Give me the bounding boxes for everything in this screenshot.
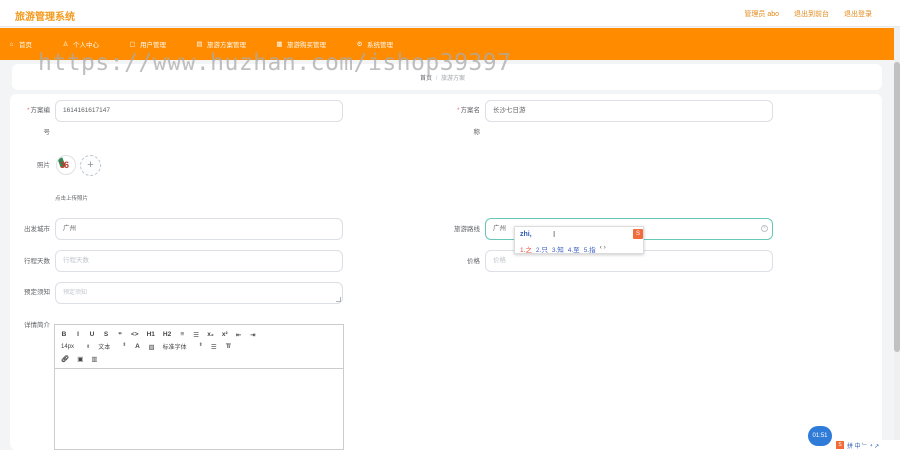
select-arrow-icon: ⬍: [198, 342, 203, 348]
outdent-button[interactable]: ⇤: [236, 331, 242, 339]
back-to-front-link[interactable]: 退出到前台: [794, 9, 829, 19]
h2-button[interactable]: H2: [163, 331, 171, 338]
plan-name-input[interactable]: 长沙七日游: [485, 100, 773, 122]
upload-plus-button[interactable]: +: [80, 155, 101, 176]
days-input[interactable]: 行程天数: [55, 250, 343, 272]
intro-label: 详情简介: [24, 322, 50, 329]
background-color-icon[interactable]: ▧: [148, 343, 154, 351]
align-icon[interactable]: ☰: [211, 343, 217, 351]
ime-candidates: 1.之 2.只 3.知 4.至 5.指 ‹ ›: [520, 244, 606, 254]
plan-no-input[interactable]: 1614161617147: [55, 100, 343, 122]
nav-item-system[interactable]: ⚙ 系统管理: [356, 39, 393, 50]
ime-candidate-popup: zhi, I S 1.之 2.只 3.知 4.至 5.指 ‹ ›: [514, 226, 644, 254]
ime-composition: zhi,: [520, 231, 532, 238]
font-size-select[interactable]: 14px ⬍: [61, 344, 90, 350]
header-select[interactable]: 文本 ⬍: [98, 342, 126, 351]
ime-status-bar[interactable]: S 拼 中 ﹂ ⁴ ↗: [834, 440, 900, 450]
indent-button[interactable]: ⇥: [250, 331, 256, 339]
ime-page-arrows-icon[interactable]: ‹ ›: [600, 244, 606, 254]
header-links: 管理员 abo 退出到前台 退出登录: [744, 9, 872, 19]
plan-no-label: *方案编: [26, 107, 50, 114]
main-nav: ⌂ 首页 ♙ 个人中心 ▢ 用户管理 ▤ 旅游方案管理 ▦ 旅游购买管理 ⚙ 系…: [0, 28, 895, 60]
photo-label: 照片: [37, 162, 50, 169]
ime-candidate[interactable]: 3.知: [552, 244, 564, 254]
users-icon: ▢: [129, 40, 136, 48]
route-label: 旅游路线: [454, 226, 480, 233]
editor-toolbar-row-1: B I U S ❞ <> H1 H2 ≡ ☰ x₂ x² ⇤ ⇥: [61, 329, 337, 340]
brand-title: 旅游管理系统: [15, 12, 75, 23]
bold-button[interactable]: B: [61, 331, 67, 338]
quote-button[interactable]: ❞: [117, 331, 123, 339]
h1-button[interactable]: H1: [147, 331, 155, 338]
depart-city-label: 出发城市: [24, 226, 50, 233]
ime-candidate[interactable]: 4.至: [568, 244, 580, 254]
plan-name-label: *方案名: [456, 107, 480, 114]
scrollbar-thumb[interactable]: [894, 62, 900, 352]
breadcrumb-card: 首页 / 旅游方案: [12, 64, 882, 90]
admin-label: 管理员 abo: [744, 11, 779, 18]
breadcrumb: 首页 / 旅游方案: [420, 76, 466, 82]
editor-toolbar: B I U S ❞ <> H1 H2 ≡ ☰ x₂ x² ⇤ ⇥ 14px ⬍ 文…: [55, 325, 343, 369]
plan-name-label-wrap: 称: [473, 129, 481, 136]
ime-candidate[interactable]: 1.之: [520, 244, 532, 254]
text-cursor-icon: I: [553, 230, 556, 239]
code-button[interactable]: <>: [131, 331, 139, 338]
select-arrow-icon: ⬍: [86, 343, 91, 350]
days-label: 行程天数: [24, 258, 50, 265]
user-icon: ♙: [62, 40, 69, 48]
breadcrumb-current: 旅游方案: [441, 76, 466, 82]
editor-toolbar-row-3: 🔗︎ ▣ ▥: [61, 353, 337, 364]
top-header: 旅游管理系统 管理员 abo 退出到前台 退出登录: [0, 0, 900, 27]
price-label: 价格: [467, 258, 480, 265]
strike-button[interactable]: S: [103, 331, 109, 338]
image-icon[interactable]: ▣: [77, 355, 83, 363]
notice-textarea[interactable]: 预定须知: [55, 282, 343, 304]
clear-icon[interactable]: ×: [761, 225, 768, 232]
resize-grip-icon[interactable]: [336, 297, 341, 302]
nav-item-home[interactable]: ⌂ 首页: [8, 39, 32, 50]
ime-candidate[interactable]: 5.指: [584, 244, 596, 254]
notice-label: 预定须知: [24, 289, 50, 296]
nav-item-users[interactable]: ▢ 用户管理: [129, 39, 166, 50]
gear-icon: ⚙: [356, 40, 363, 48]
nav-item-plans[interactable]: ▤ 旅游方案管理: [196, 39, 246, 50]
nav-item-profile[interactable]: ♙ 个人中心: [62, 39, 99, 50]
video-icon[interactable]: ▥: [91, 355, 97, 363]
home-icon: ⌂: [9, 40, 14, 48]
link-icon[interactable]: 🔗︎: [61, 355, 69, 363]
bullet-list-button[interactable]: ☰: [193, 331, 199, 339]
cart-icon: ▦: [276, 40, 283, 48]
clock-badge: 01:51: [808, 426, 832, 446]
editor-toolbar-row-2: 14px ⬍ 文本 ⬍ A ▧ 标准字体 ⬍ ☰ T̸: [61, 341, 337, 352]
rich-text-editor[interactable]: B I U S ❞ <> H1 H2 ≡ ☰ x₂ x² ⇤ ⇥ 14px ⬍ 文…: [54, 324, 344, 450]
plan-icon: ▤: [196, 40, 203, 48]
plan-no-label-wrap: 号: [43, 129, 51, 136]
upload-tip: 点击上传照片: [55, 196, 89, 202]
underline-button[interactable]: U: [89, 331, 95, 338]
font-color-icon[interactable]: A: [134, 343, 140, 350]
select-arrow-icon: ⬍: [122, 342, 127, 348]
ordered-list-button[interactable]: ≡: [179, 331, 185, 338]
superscript-button[interactable]: x²: [222, 331, 228, 338]
italic-button[interactable]: I: [75, 331, 81, 338]
ime-candidate[interactable]: 2.只: [536, 244, 548, 254]
breadcrumb-home[interactable]: 首页: [420, 76, 432, 82]
depart-city-input[interactable]: 广州: [55, 218, 343, 240]
font-family-select[interactable]: 标准字体 ⬍: [163, 342, 203, 351]
ime-status-text: 拼 中 ﹂ ⁴ ↗: [847, 443, 880, 450]
photo-thumbnail[interactable]: 36: [56, 155, 76, 175]
sogou-logo-icon: S: [836, 441, 844, 449]
nav-item-purchases[interactable]: ▦ 旅游购买管理: [276, 39, 326, 50]
clear-format-icon[interactable]: T̸: [225, 343, 231, 350]
subscript-button[interactable]: x₂: [207, 331, 214, 338]
sogou-logo-icon: S: [633, 229, 643, 239]
logout-link[interactable]: 退出登录: [844, 9, 872, 19]
